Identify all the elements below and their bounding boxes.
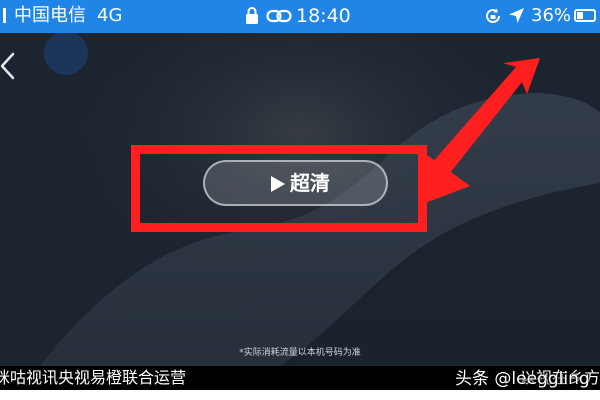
watermark: 头条 @leeggling: [455, 369, 590, 389]
red-arrow-annotation: [420, 58, 540, 205]
bottom-margin: [0, 390, 600, 400]
ticker-text: 咪咕视讯央视易橙联合运营: [0, 368, 187, 387]
